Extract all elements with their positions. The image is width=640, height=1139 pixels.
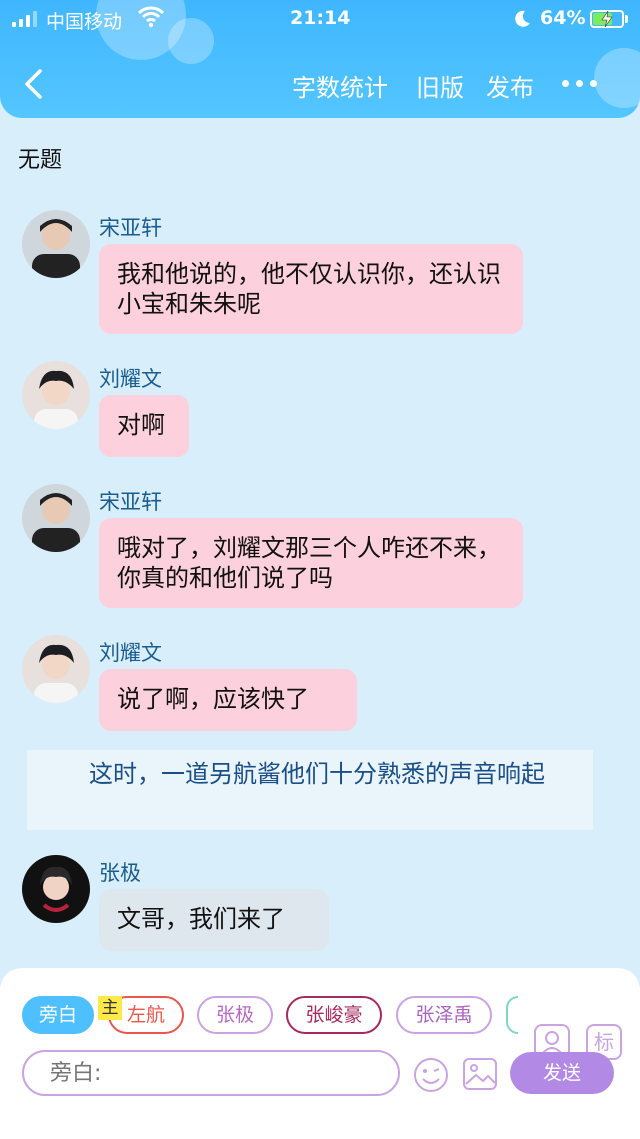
role-chips: 旁白 左航 张极 张峻豪 张泽禹 标 [0,996,640,1060]
emoji-icon[interactable] [412,1056,450,1094]
avatar[interactable] [22,855,90,923]
avatar[interactable] [22,361,90,429]
chip-narration[interactable]: 旁白 [22,996,94,1034]
publish-button[interactable]: 发布 [486,68,534,103]
story-title: 无题 [18,148,63,173]
bottom-safe-area [0,1098,640,1139]
message-bubble: 我和他说的，他不仅认识你，还认识小宝和朱朱呢 [99,244,523,334]
chip-zhangjunhao[interactable]: 张峻豪 [286,996,382,1034]
chevron-left-icon[interactable] [20,68,48,100]
word-count-button[interactable]: 字数统计 [292,68,388,103]
moon-icon [515,10,530,27]
speaker-name: 刘耀文 [99,641,162,665]
wifi-icon [138,6,164,28]
speaker-name: 张极 [99,861,141,885]
send-button[interactable]: 发送 [510,1052,614,1094]
chip-partial[interactable] [506,996,518,1034]
battery-percent: 64% [540,7,586,29]
avatar[interactable] [22,484,90,552]
top-bar: 中国移动 21:14 64% 字数统计 旧版 发布 [0,0,640,118]
image-icon[interactable] [462,1056,498,1092]
carrier-name: 中国移动 [46,11,123,33]
message-bubble: 文哥，我们来了 [99,889,329,951]
battery-icon [590,10,624,28]
input-panel: 旁白 左航 张极 张峻豪 张泽禹 标 主 发送 [0,968,640,1098]
speaker-name: 刘耀文 [99,367,162,391]
main-role-badge: 主 [98,996,122,1020]
battery-tip [625,15,628,23]
chip-zhangji[interactable]: 张极 [197,996,273,1034]
avatar[interactable] [22,635,90,703]
signal-icon [12,11,37,27]
clock: 21:14 [290,7,351,29]
status-bar: 中国移动 21:14 64% [0,6,640,33]
message-bubble: 哦对了，刘耀文那三个人咋还不来，你真的和他们说了吗 [99,518,523,608]
speaker-name: 宋亚轩 [99,490,162,514]
more-icon[interactable] [562,80,597,87]
message-input[interactable] [22,1050,400,1096]
speaker-name: 宋亚轩 [99,216,162,240]
message-bubble: 说了啊，应该快了 [99,669,357,731]
nav-bar: 字数统计 旧版 发布 [0,62,640,106]
avatar[interactable] [22,210,90,278]
chip-zhangzeyu[interactable]: 张泽禹 [396,996,492,1034]
message-bubble: 对啊 [99,395,189,457]
old-version-button[interactable]: 旧版 [416,68,464,103]
narration-block: 这时，一道另航酱他们十分熟悉的声音响起 [27,750,593,830]
